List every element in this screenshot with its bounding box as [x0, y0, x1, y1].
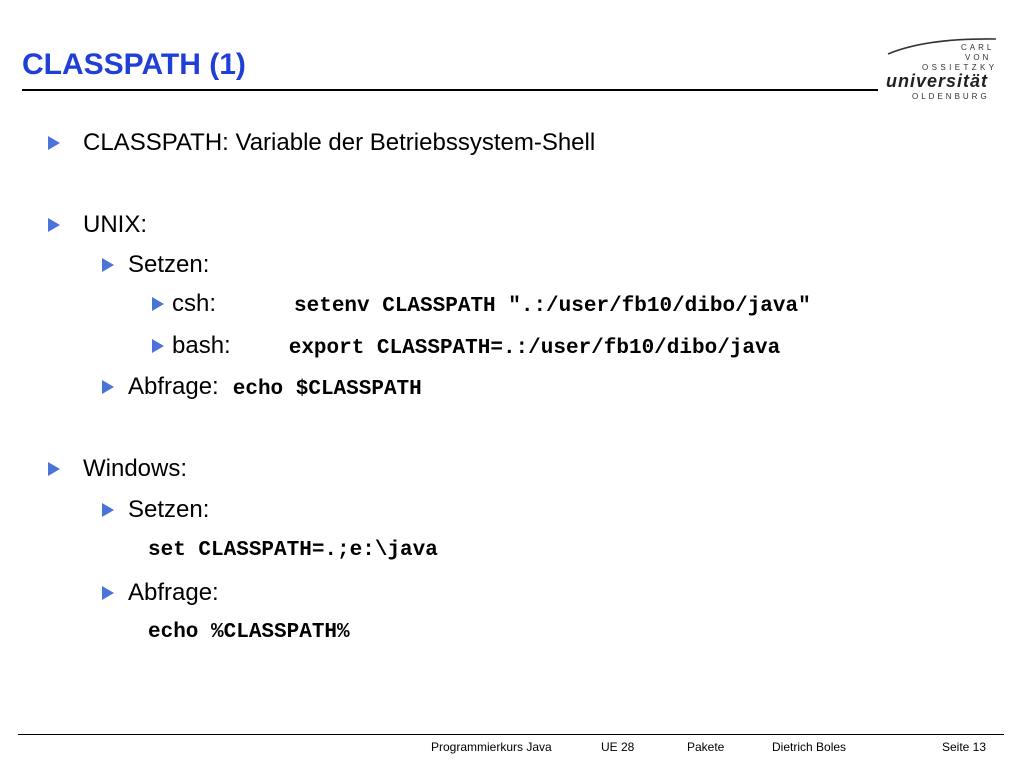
university-logo: CARL VON OSSIETZKY universität OLDENBURG — [886, 36, 998, 106]
bullet-item-windows: Windows: — [83, 455, 187, 483]
bullet-arrow-icon — [152, 339, 164, 353]
footer-author: Dietrich Boles — [772, 740, 847, 754]
bullet-text: Windows: — [83, 455, 188, 482]
bullet-item-unix: UNIX: — [83, 211, 147, 239]
bullet-text: CLASSPATH: Variable der Betriebssystem-S… — [83, 129, 596, 156]
slide-title: CLASSPATH (1) — [22, 48, 246, 81]
code-windows-set-line: set CLASSPATH=.;e:\java — [148, 537, 438, 565]
shell-label-bash: bash: — [172, 332, 231, 359]
bullet-text: UNIX: — [83, 211, 148, 238]
bullet-arrow-icon — [102, 380, 114, 394]
code-csh-command: setenv CLASSPATH ".:/user/fb10/dibo/java… — [294, 295, 811, 318]
logo-line-carl: CARL — [961, 43, 995, 52]
shell-label-csh: csh: — [172, 290, 217, 317]
logo-line-universitaet: universität — [886, 71, 989, 91]
footer-page-number: Seite 13 — [942, 740, 987, 754]
logo-line-von: VON — [965, 53, 992, 62]
bullet-arrow-icon — [48, 136, 60, 150]
bullet-text: Abfrage: — [128, 373, 219, 400]
bullet-arrow-icon — [48, 462, 60, 476]
bullet-arrow-icon — [152, 297, 164, 311]
bullet-item-windows-setzen: Setzen: — [128, 496, 209, 524]
bullet-text: Setzen: — [128, 251, 210, 278]
bullet-item-unix-setzen: Setzen: — [128, 251, 209, 279]
bullet-item-unix-abfrage: Abfrage: echo $CLASSPATH — [128, 373, 422, 404]
title-underline — [22, 89, 878, 91]
code-windows-set-command: set CLASSPATH=.;e:\java — [148, 539, 438, 562]
logo-line-oldenburg: OLDENBURG — [912, 92, 990, 101]
bullet-item-csh: csh: setenv CLASSPATH ".:/user/fb10/dibo… — [172, 290, 811, 321]
footer-rule — [18, 734, 1004, 735]
bullet-text: Abfrage: — [128, 579, 219, 606]
bullet-item-bash: bash: export CLASSPATH=.:/user/fb10/dibo… — [172, 332, 780, 363]
footer-topic: Pakete — [687, 740, 725, 754]
bullet-item-windows-abfrage: Abfrage: — [128, 579, 219, 607]
footer-course: Programmierkurs Java — [431, 740, 552, 754]
code-unix-echo: echo $CLASSPATH — [232, 378, 422, 401]
code-windows-echo-line: echo %CLASSPATH% — [148, 619, 350, 647]
footer-unit: UE 28 — [601, 740, 635, 754]
bullet-text: Setzen: — [128, 496, 210, 523]
bullet-arrow-icon — [102, 258, 114, 272]
bullet-arrow-icon — [102, 586, 114, 600]
bullet-item-classpath: CLASSPATH: Variable der Betriebssystem-S… — [83, 129, 595, 157]
code-windows-echo-command: echo %CLASSPATH% — [148, 621, 350, 644]
bullet-arrow-icon — [48, 218, 60, 232]
code-bash-command: export CLASSPATH=.:/user/fb10/dibo/java — [288, 337, 781, 360]
bullet-arrow-icon — [102, 503, 114, 517]
